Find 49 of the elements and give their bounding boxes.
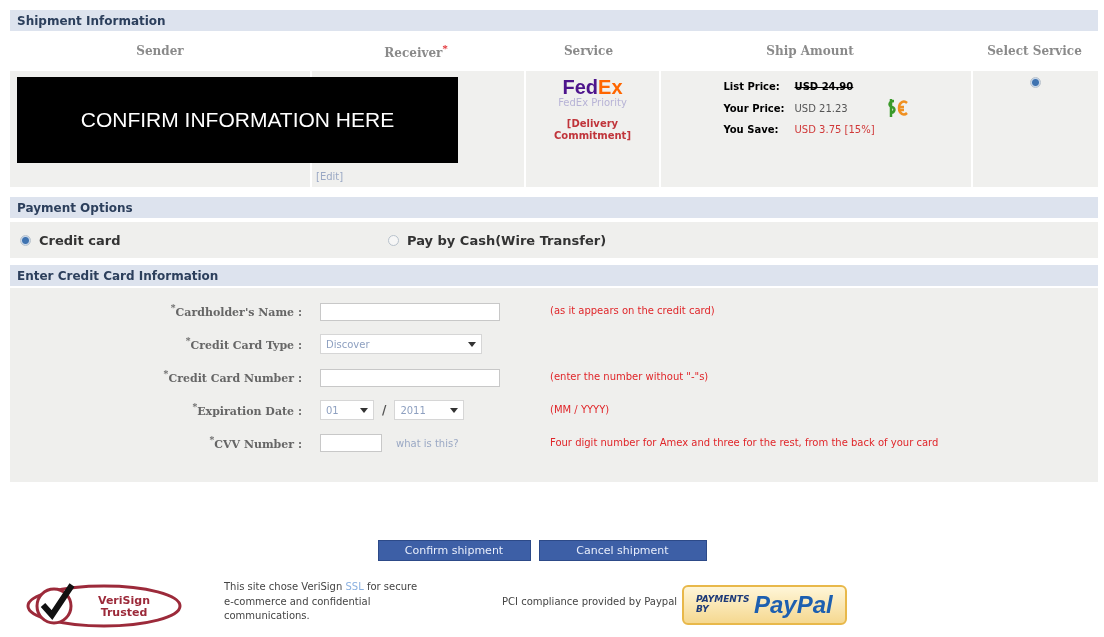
field-label: $^{*}$Expiration Date :	[191, 401, 303, 419]
price-label: You Save:	[723, 124, 780, 135]
ssl-link[interactable]: SSL	[345, 581, 364, 593]
section-header: Payment Options	[10, 197, 1098, 218]
price-value: USD 21.23	[794, 102, 849, 114]
fedex-logo: FedEx	[562, 77, 623, 97]
help-link[interactable]: what is this?	[396, 437, 459, 449]
shipment-button[interactable]: Cancel shipment	[538, 540, 707, 561]
column-header: Service	[562, 44, 615, 58]
payment-option[interactable]: Pay by Cash(Wire Transfer)	[388, 232, 1098, 248]
field-hint: (enter the number without "-"s)	[550, 371, 710, 383]
text-input[interactable]	[320, 302, 500, 321]
field-hint: Four digit number for Amex and three for the rest, from the back of your card	[550, 437, 940, 449]
pci-notice: PCI compliance provided by Paypal	[502, 594, 679, 609]
field-label: $^{*}$Cardholder's Name :	[169, 302, 303, 320]
delivery-commitment-link[interactable]: [Delivery Commitment]	[547, 117, 638, 143]
section-header: Enter Credit Card Information	[10, 265, 1098, 286]
price-value: USD 3.75 [15%]	[794, 124, 875, 135]
edit-link[interactable]: [Edit]	[316, 170, 344, 183]
column-header: Ship Amount	[765, 44, 855, 58]
text-input[interactable]	[320, 368, 500, 387]
dropdown-caret-icon	[450, 407, 459, 413]
field-label: $^{*}$Credit Card Number :	[162, 368, 303, 386]
date-separator: /	[382, 403, 387, 417]
month-select[interactable]: 01	[320, 400, 374, 420]
column-header: Receiver$^{*}$	[383, 42, 449, 60]
shipment-button[interactable]: Confirm shipment	[377, 540, 531, 561]
field-hint: (as it appears on the credit card)	[550, 305, 716, 317]
field-hint: (MM / YYYY)	[550, 404, 611, 416]
price-label: List Price:	[723, 81, 781, 92]
annotation-banner: CONFIRM INFORMATION HERE	[17, 77, 458, 163]
service-radio[interactable]	[1030, 77, 1041, 88]
price-label: Your Price:	[723, 102, 785, 114]
year-select[interactable]: 2011	[394, 400, 465, 420]
column-header: Select Service	[986, 44, 1083, 58]
field-label: $^{*}$Credit Card Type :	[184, 335, 303, 353]
dropdown-caret-icon	[468, 341, 476, 347]
payment-option[interactable]: Credit card	[20, 232, 388, 248]
dropdown-caret-icon	[360, 407, 368, 413]
field-label: $^{*}$CVV Number :	[208, 434, 303, 452]
column-header: Sender	[135, 44, 185, 58]
card-type-select[interactable]: Discover	[320, 334, 482, 354]
price-value: USD 24.90	[794, 81, 855, 92]
ssl-notice: This site chose VeriSign SSL for secure e-commerce and confidential communications.	[224, 580, 419, 624]
section-header: Shipment Information	[10, 10, 1098, 31]
option-radio[interactable]	[20, 234, 31, 246]
cvv-input[interactable]	[320, 434, 382, 452]
service-name: FedEx Priority	[558, 97, 627, 110]
option-radio[interactable]	[388, 234, 399, 246]
